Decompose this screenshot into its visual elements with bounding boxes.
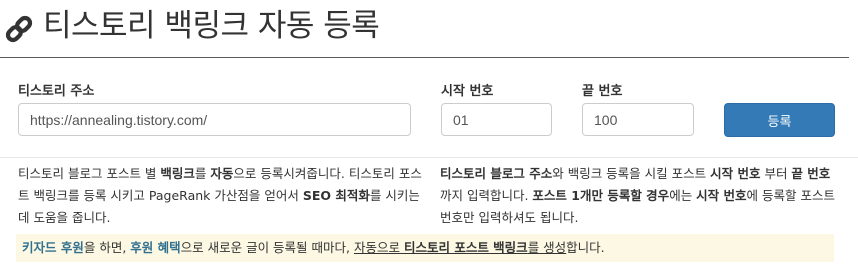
end-number-input[interactable] [582,103,694,136]
end-number-label: 끝 번호 [582,84,623,99]
description-right: 티스토리 블로그 주소와 백링크 등록을 시킬 포스트 시작 번호 부터 끝 번… [440,166,835,225]
page-header: 티스토리 백링크 자동 등록 [4,7,380,44]
description-left: 티스토리 블로그 포스트 별 백링크를 자동으로 등록시켜줍니다. 티스토리 포… [18,166,422,225]
blog-url-input[interactable] [18,103,411,136]
section-divider [0,157,858,158]
url-label: 티스토리 주소 [18,84,95,99]
header-divider [0,57,849,58]
page-title: 티스토리 백링크 자동 등록 [43,7,380,44]
link-icon [5,15,33,43]
register-button[interactable]: 등록 [724,103,835,137]
start-number-input[interactable] [441,103,552,136]
sponsor-notice: 키자드 후원을 하면, 후원 혜택으로 새로운 글이 등록될 때마다, 자동으로… [16,234,834,262]
start-number-label: 시작 번호 [441,84,494,99]
